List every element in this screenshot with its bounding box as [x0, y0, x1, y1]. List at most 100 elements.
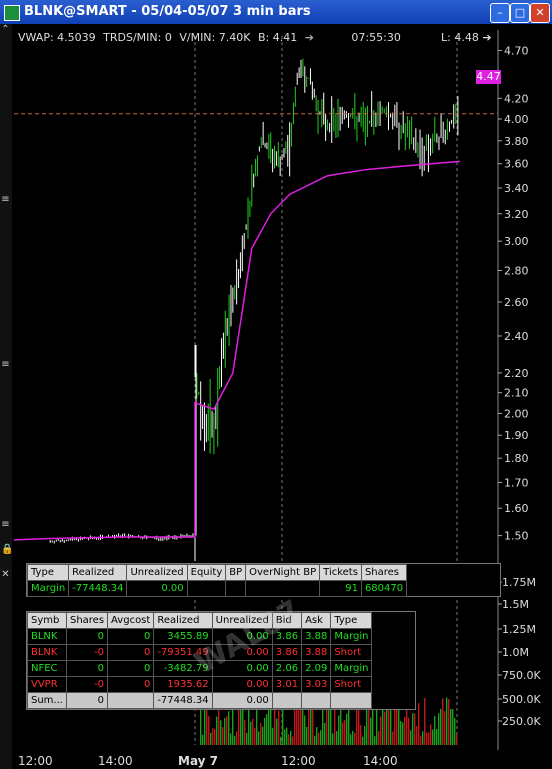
volume-bar	[390, 706, 392, 745]
price-tick-label: 2.20	[504, 367, 529, 380]
table-row[interactable]: Margin -77448.34 0.00 91 680470	[26, 580, 408, 597]
volume-bar	[370, 717, 372, 745]
volume-bar	[336, 731, 338, 745]
account-table: Type Realized Unrealized Equity BP OverNight …	[26, 564, 408, 597]
volume-bar	[366, 704, 368, 745]
volume-bar	[324, 722, 326, 745]
volume-bar	[260, 723, 262, 745]
table-row[interactable]: BLNK 0 0 3455.89 0.00 3.86 3.88 Margin	[27, 628, 373, 645]
volume-tick-label: 1.0M	[502, 646, 529, 659]
table-cell: 0.00	[211, 644, 273, 661]
volume-bar	[210, 732, 212, 745]
table-cell: 0	[65, 660, 109, 677]
time-label: 07:55:30	[351, 31, 401, 44]
column-header[interactable]: Shares	[65, 612, 109, 629]
column-header[interactable]: Unrealized	[211, 612, 273, 629]
column-header[interactable]: Equity	[186, 564, 227, 581]
volume-bar	[404, 716, 406, 745]
table-cell: 3.88	[301, 644, 332, 661]
time-axis: 12:00 14:00 May 7 12:00 14:00	[12, 750, 498, 769]
table-cell: BLNK	[27, 644, 67, 661]
volume-bar	[402, 722, 404, 745]
table-cell: 0.00	[211, 660, 273, 677]
column-header[interactable]: OverNight BP	[245, 564, 321, 581]
table-cell: 1935.62	[153, 676, 213, 693]
positions-panel: Symb Shares Avgcost Realized Unrealized Bid As…	[26, 611, 416, 710]
volume-bar	[252, 718, 254, 745]
column-header[interactable]: Symb	[27, 612, 67, 629]
volume-bar	[352, 730, 354, 745]
table-cell: -0	[65, 644, 109, 661]
volume-bar	[240, 707, 242, 745]
table-cell: NFEC	[27, 660, 67, 677]
volume-bar	[236, 731, 238, 745]
table-row[interactable]: BLNK -0 0 -79351.49 0.00 3.86 3.88 Short	[27, 644, 373, 661]
table-cell	[225, 580, 247, 597]
volume-bar	[364, 726, 366, 745]
table-row[interactable]: NFEC 0 0 -3482.79 0.00 2.06 2.09 Margin	[27, 660, 373, 677]
sum-cell	[330, 692, 373, 709]
column-header[interactable]: Realized	[153, 612, 213, 629]
price-tick-label: 1.60	[504, 502, 529, 515]
table-cell: 2.09	[301, 660, 332, 677]
table-cell: 0.00	[211, 676, 273, 693]
volume-bar	[416, 726, 418, 745]
table-cell: 3.03	[301, 676, 332, 693]
price-tick-label: 2.10	[504, 387, 529, 400]
volume-bar	[380, 716, 382, 745]
column-header[interactable]: Shares	[360, 564, 408, 581]
volume-tick-label: 1.25M	[502, 623, 536, 636]
volume-bar	[322, 706, 324, 745]
table-cell: 0.00	[211, 628, 273, 645]
column-header[interactable]: Bid	[271, 612, 303, 629]
time-tick-label: 12:00	[18, 754, 53, 768]
trds-label: TRDS/MIN: 0	[103, 31, 172, 44]
column-header[interactable]: Avgcost	[107, 612, 155, 629]
time-tick-label: 14:00	[363, 754, 398, 768]
sum-cell	[107, 692, 155, 709]
column-header[interactable]: Type	[330, 612, 373, 629]
table-row[interactable]: VVPR -0 0 1935.62 0.00 3.01 3.03 Short	[27, 676, 373, 693]
volume-bar	[214, 729, 216, 745]
table-cell: 91	[319, 580, 362, 597]
price-axis: 4.70 4.20 4.00 3.80 3.60 3.40 3.20 3.00 2.80 2.60…	[498, 44, 529, 543]
table-cell	[245, 580, 321, 597]
volume-bar	[362, 736, 364, 745]
table-cell: VVPR	[27, 676, 67, 693]
sum-cell	[271, 692, 303, 709]
volume-bar	[430, 724, 432, 745]
volume-bar	[222, 727, 224, 745]
volume-bar	[302, 708, 304, 745]
volume-bar	[270, 704, 272, 745]
column-header[interactable]: Tickets	[319, 564, 362, 581]
table-cell: -3482.79	[153, 660, 213, 677]
volume-bar	[408, 717, 410, 745]
sum-cell: -77448.34	[153, 692, 213, 709]
table-cell: BLNK	[27, 628, 67, 645]
volume-bar	[388, 707, 390, 745]
volume-bar	[446, 697, 448, 745]
column-header[interactable]: Type	[26, 564, 70, 581]
sum-cell: 0	[65, 692, 109, 709]
table-cell: -79351.49	[153, 644, 213, 661]
volume-bar	[356, 704, 358, 745]
volume-bar	[412, 713, 414, 745]
column-header[interactable]: Unrealized	[126, 564, 188, 581]
time-tick-label: May 7	[178, 754, 218, 768]
column-header[interactable]: BP	[225, 564, 247, 581]
volume-bar	[378, 731, 380, 745]
volume-bar	[436, 728, 438, 745]
price-tick-label: 4.70	[504, 44, 529, 57]
table-cell: Margin	[330, 660, 373, 677]
column-header[interactable]: Ask	[301, 612, 332, 629]
volume-bar	[338, 715, 340, 745]
volume-bar	[266, 714, 268, 745]
price-tick-label: 1.70	[504, 476, 529, 489]
volume-bar	[208, 716, 210, 745]
volume-bar	[244, 719, 246, 745]
volume-bar	[230, 733, 232, 745]
price-tick-label: 3.40	[504, 182, 529, 195]
column-header[interactable]: Realized	[68, 564, 128, 581]
table-cell: 3.86	[271, 644, 303, 661]
volume-bar	[272, 727, 274, 745]
